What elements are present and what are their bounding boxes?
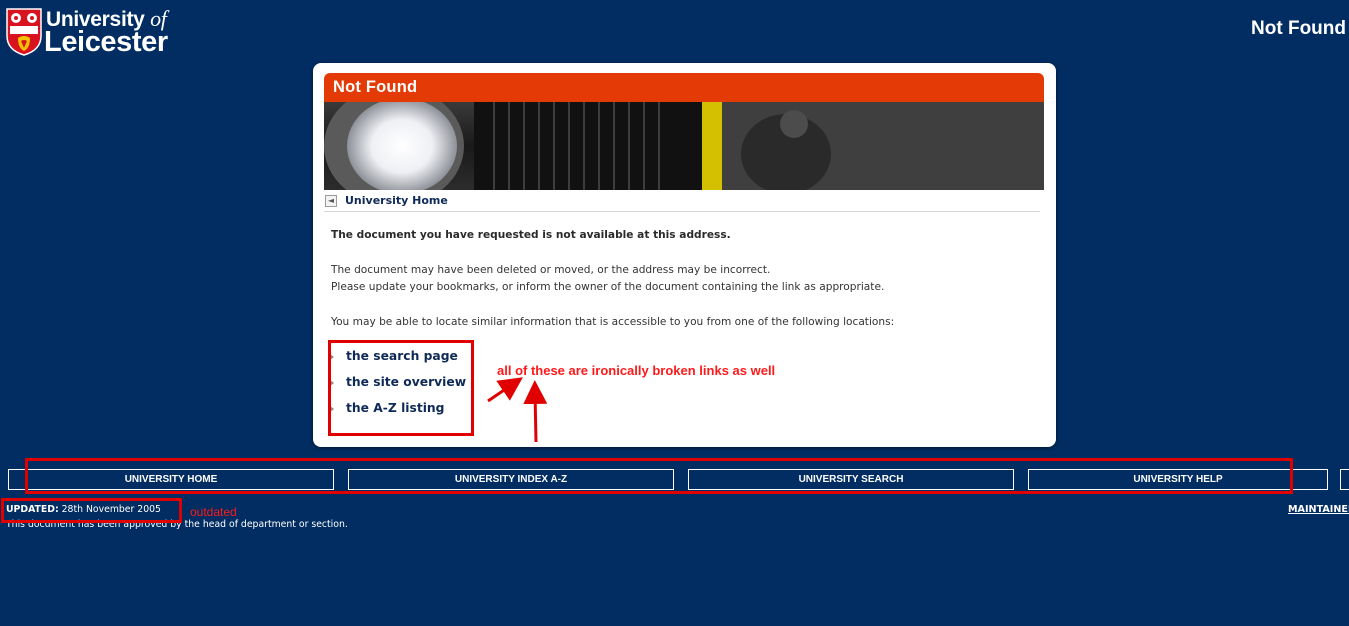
- university-home-label: University Home: [345, 194, 448, 207]
- nav-edge: [1340, 469, 1349, 490]
- shield-icon: [6, 8, 42, 56]
- logo-text-line2: Leicester: [44, 26, 168, 58]
- error-heading: The document you have requested is not a…: [331, 229, 731, 241]
- back-arrow-icon: ◄: [325, 195, 337, 207]
- card-title: Not Found: [333, 78, 418, 96]
- error-detail-3: You may be able to locate similar inform…: [331, 316, 895, 328]
- annotation-box-links: [328, 340, 474, 436]
- error-detail-1: The document may have been deleted or mo…: [331, 264, 771, 276]
- error-detail-2: Please update your bookmarks, or inform …: [331, 281, 885, 293]
- arrow-icon: [523, 380, 548, 443]
- banner-image: [324, 102, 1044, 190]
- university-logo[interactable]: University of Leicester: [6, 6, 196, 58]
- arrow-icon: [487, 377, 523, 403]
- card-header: Not Found: [324, 73, 1044, 102]
- annotation-outdated: outdated: [190, 505, 237, 519]
- annotation-arrows: [487, 377, 548, 443]
- flashlight-image: [324, 102, 1044, 190]
- university-home-link[interactable]: ◄ University Home: [324, 193, 1040, 212]
- maintained-link[interactable]: MAINTAINED: [1288, 504, 1349, 515]
- annotation-box-updated: [1, 498, 182, 523]
- page-title: Not Found: [1251, 18, 1346, 39]
- annotation-box-nav: [25, 458, 1293, 494]
